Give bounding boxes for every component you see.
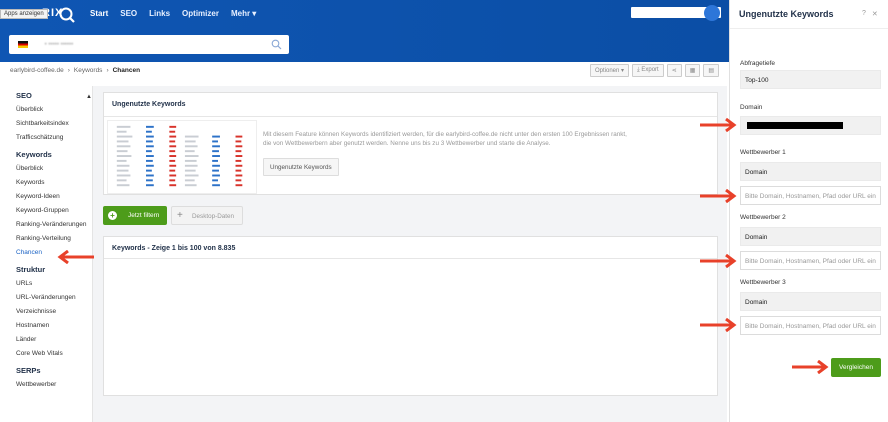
- wettbewerber-1-label: Wettbewerber 1: [740, 149, 786, 156]
- sidebar-item-laender[interactable]: Länder: [0, 333, 92, 347]
- sidebar-item-wettbewerber[interactable]: Wettbewerber: [0, 378, 92, 392]
- optionen-button[interactable]: Optionen ▾: [590, 64, 630, 77]
- breadcrumb-current: Chancen: [112, 67, 141, 74]
- optionen-label: Optionen: [595, 68, 620, 74]
- abfragetiefe-label: Abfragetiefe: [740, 60, 776, 67]
- domain-label: Domain: [740, 104, 763, 111]
- domain-field[interactable]: [740, 116, 881, 135]
- breadcrumb-domain[interactable]: earlybird-coffee.de: [10, 67, 64, 74]
- chevron-right-icon: ›: [67, 67, 70, 74]
- sidebar-head-keywords[interactable]: Keywords: [0, 145, 92, 162]
- close-icon[interactable]: ✕: [872, 10, 878, 18]
- search-query-blurred: • ••••• ••••••: [43, 42, 74, 48]
- sidebar-item-keyword-ideen[interactable]: Keyword-Ideen: [0, 190, 92, 204]
- jetzt-filtern-button[interactable]: + Jetzt filtern: [103, 206, 167, 225]
- wettbewerber-3-input[interactable]: Bitte Domain, Hostnamen, Pfad oder URL e…: [740, 316, 881, 335]
- nav-start[interactable]: Start: [90, 9, 108, 18]
- divider: [104, 258, 717, 259]
- feature-card-title: Ungenutzte Keywords: [112, 101, 186, 108]
- arrow-left-icon: [57, 250, 94, 264]
- chevron-down-icon: ▾: [621, 68, 625, 74]
- divider: [730, 28, 888, 29]
- plus-icon: +: [177, 210, 183, 221]
- wettbewerber-2-label: Wettbewerber 2: [740, 214, 786, 221]
- sidebar-head-seo[interactable]: SEO: [0, 86, 92, 103]
- top-navigation-bar: RIX Start SEO Links Optimizer Mehr ▾ • •…: [0, 0, 730, 62]
- panel-controls: ? ✕: [862, 10, 878, 18]
- grid-icon: ▦: [689, 68, 696, 74]
- sidebar-item-url-veraenderungen[interactable]: URL-Veränderungen: [0, 291, 92, 305]
- arrow-right-icon: [700, 318, 737, 332]
- chevron-right-icon: ›: [106, 67, 109, 74]
- plus-icon: +: [108, 211, 117, 220]
- arrow-right-icon: [700, 189, 737, 203]
- jetzt-filtern-label: Jetzt filtern: [128, 212, 160, 219]
- sidebar-item-sichtbarkeitsindex[interactable]: Sichtbarkeitsindex: [0, 117, 92, 131]
- nav-mehr[interactable]: Mehr ▾: [231, 9, 256, 18]
- main-nav: Start SEO Links Optimizer Mehr ▾: [90, 9, 256, 18]
- sidebar-item-urls[interactable]: URLs: [0, 277, 92, 291]
- wettbewerber-3-label: Wettbewerber 3: [740, 279, 786, 286]
- vergleichen-button[interactable]: Vergleichen: [831, 358, 881, 377]
- arrow-right-icon: [700, 254, 737, 268]
- wettbewerber-3-type-select[interactable]: Domain: [740, 292, 881, 311]
- sidebar-item-core-web-vitals[interactable]: Core Web Vitals: [0, 347, 92, 361]
- sidebar-item-hostnamen[interactable]: Hostnamen: [0, 319, 92, 333]
- panel-title: Ungenutzte Keywords: [739, 9, 834, 19]
- feature-illustration: [107, 120, 257, 194]
- wettbewerber-2-input[interactable]: Bitte Domain, Hostnamen, Pfad oder URL e…: [740, 251, 881, 270]
- chevron-up-icon[interactable]: ▲: [86, 94, 92, 100]
- desktop-daten-button[interactable]: + Desktop-Daten: [171, 206, 243, 225]
- arrow-right-icon: [792, 360, 829, 374]
- sidebar-item-ranking-verteilung[interactable]: Ranking-Verteilung: [0, 232, 92, 246]
- nav-optimizer[interactable]: Optimizer: [182, 9, 219, 18]
- desktop-daten-label: Desktop-Daten: [192, 213, 234, 220]
- keywords-table-title: Keywords - Zeige 1 bis 100 von 8.835: [112, 245, 236, 252]
- wettbewerber-1-type-select[interactable]: Domain: [740, 162, 881, 181]
- germany-flag-icon[interactable]: [18, 41, 28, 48]
- arrow-right-icon: [700, 118, 737, 132]
- feature-card: Ungenutzte Keywords Mit diesem Feature k…: [103, 92, 718, 195]
- nav-links[interactable]: Links: [149, 9, 170, 18]
- user-avatar[interactable]: [704, 5, 720, 21]
- domain-search-bar[interactable]: • ••••• ••••••: [9, 35, 289, 54]
- sidebar-item-keywords-ueberblick[interactable]: Überblick: [0, 162, 92, 176]
- apps-tooltip: Apps anzeigen: [0, 9, 48, 19]
- toolbar: Optionen ▾ ⤓ Export ⋖ ▦ ▤: [590, 64, 720, 77]
- help-icon[interactable]: ?: [862, 10, 866, 18]
- sidebar-item-ranking-veraenderungen[interactable]: Ranking-Veränderungen: [0, 218, 92, 232]
- columns-icon: ▤: [708, 68, 715, 74]
- redacted-domain: [747, 122, 843, 129]
- feature-description: Mit diesem Feature können Keywords ident…: [263, 131, 627, 147]
- ungenutzte-keywords-button[interactable]: Ungenutzte Keywords: [263, 158, 339, 176]
- breadcrumb-keywords[interactable]: Keywords: [74, 67, 103, 74]
- breadcrumb: earlybird-coffee.de › Keywords › Chancen: [10, 67, 140, 74]
- sidebar-item-seo-ueberblick[interactable]: Überblick: [0, 103, 92, 117]
- abfragetiefe-select[interactable]: Top-100: [740, 70, 881, 89]
- sidebar-head-serps[interactable]: SERPs: [0, 361, 92, 378]
- logo-search-icon: [59, 7, 75, 23]
- keywords-table-card: Keywords - Zeige 1 bis 100 von 8.835: [103, 236, 718, 396]
- export-button[interactable]: ⤓ Export: [632, 64, 664, 77]
- wettbewerber-2-type-select[interactable]: Domain: [740, 227, 881, 246]
- export-label: Export: [641, 67, 659, 73]
- search-icon[interactable]: [271, 39, 282, 50]
- share-button[interactable]: ⋖: [666, 64, 682, 77]
- sidebar-item-keywords[interactable]: Keywords: [0, 176, 92, 190]
- wettbewerber-1-input[interactable]: Bitte Domain, Hostnamen, Pfad oder URL e…: [740, 186, 881, 205]
- sidebar-item-trafficschaetzung[interactable]: Trafficschätzung: [0, 131, 92, 145]
- sidebar-item-verzeichnisse[interactable]: Verzeichnisse: [0, 305, 92, 319]
- download-icon: ⤓: [637, 67, 640, 73]
- divider: [104, 116, 717, 117]
- view-button[interactable]: ▦: [684, 64, 701, 77]
- columns-button[interactable]: ▤: [703, 64, 720, 77]
- ungenutzte-keywords-panel: Ungenutzte Keywords ? ✕ Abfragetiefe Top…: [729, 0, 888, 422]
- nav-seo[interactable]: SEO: [120, 9, 137, 18]
- sidebar-item-keyword-gruppen[interactable]: Keyword-Gruppen: [0, 204, 92, 218]
- share-icon: ⋖: [671, 68, 677, 74]
